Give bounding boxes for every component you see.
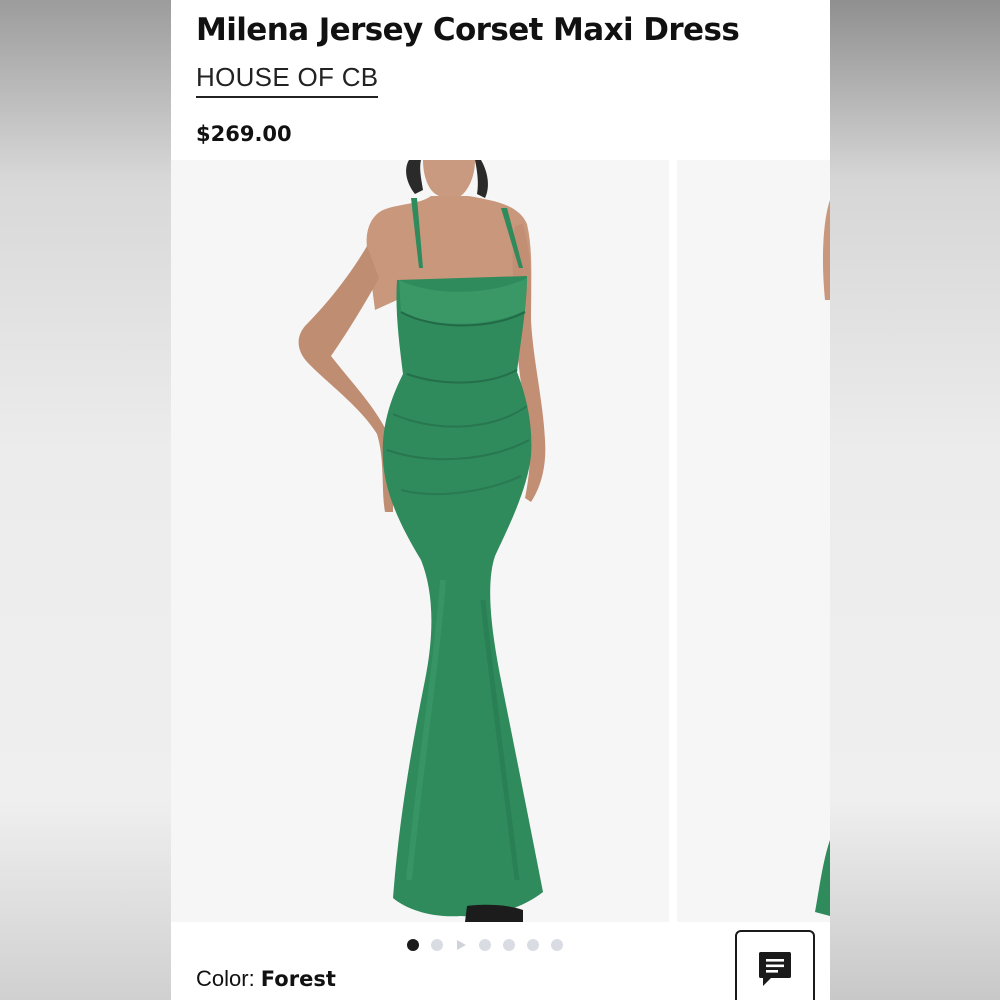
product-price: $269.00 <box>196 122 292 146</box>
image-gallery[interactable] <box>171 160 830 922</box>
pagination-dot[interactable] <box>527 939 539 951</box>
color-label: Color: <box>196 966 261 991</box>
product-image-next[interactable] <box>677 160 830 922</box>
chat-icon <box>759 952 791 986</box>
pagination-dot[interactable] <box>407 939 419 951</box>
product-image-main[interactable] <box>171 160 669 922</box>
product-page: Milena Jersey Corset Maxi Dress HOUSE OF… <box>171 0 830 1000</box>
color-value: Forest <box>260 967 336 991</box>
color-selection: Color: Forest <box>196 966 336 992</box>
video-play-icon[interactable] <box>457 940 466 950</box>
brand-link[interactable]: HOUSE OF CB <box>196 62 379 98</box>
gallery-pagination <box>407 939 563 951</box>
chat-button[interactable] <box>735 930 815 1000</box>
product-title: Milena Jersey Corset Maxi Dress <box>196 12 740 48</box>
pagination-dot[interactable] <box>551 939 563 951</box>
pagination-dot[interactable] <box>431 939 443 951</box>
pagination-dot[interactable] <box>479 939 491 951</box>
left-backdrop <box>0 0 171 1000</box>
dress-photo-next <box>677 160 830 922</box>
dress-photo <box>171 160 669 922</box>
right-backdrop <box>830 0 1000 1000</box>
pagination-dot[interactable] <box>503 939 515 951</box>
